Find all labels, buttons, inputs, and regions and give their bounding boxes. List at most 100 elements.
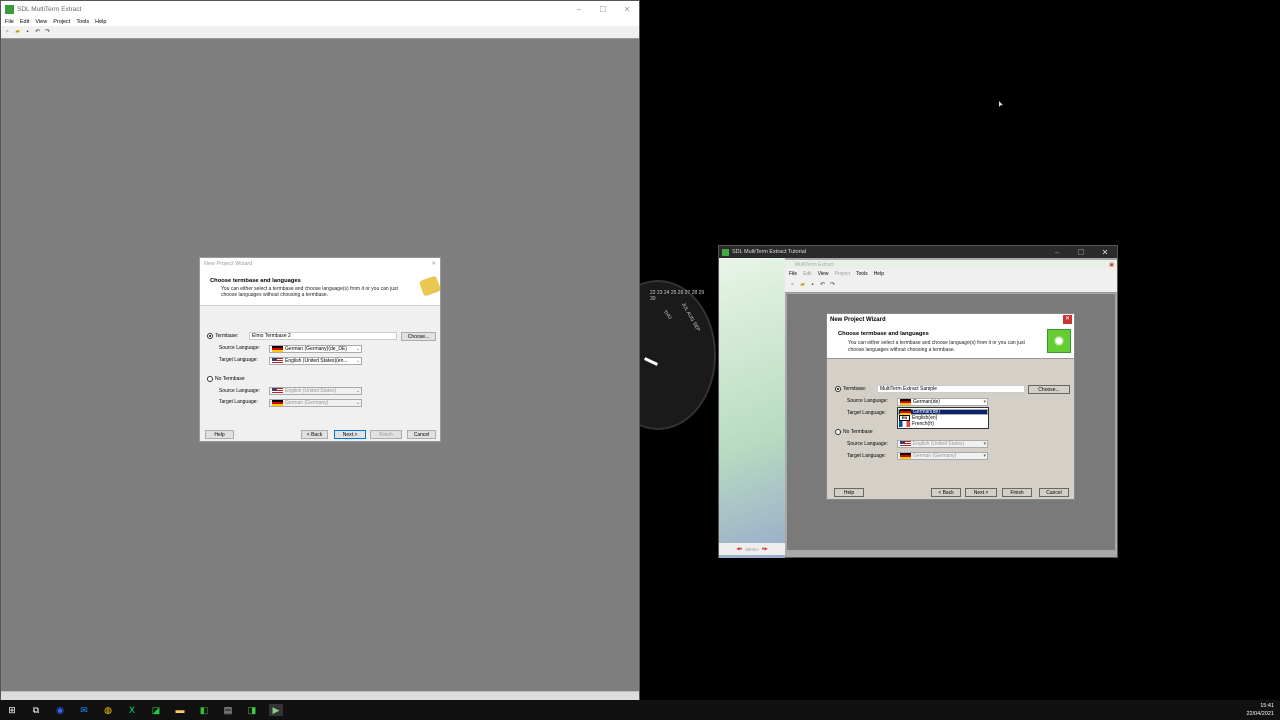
open-folder-icon[interactable]: ▰ (799, 282, 806, 289)
menu-file[interactable]: File (789, 271, 797, 277)
system-clock[interactable]: 15:41 22/04/2021 (1246, 702, 1274, 718)
dialog-heading: Choose termbase and languages (838, 331, 929, 337)
save-icon[interactable]: ▪ (24, 29, 31, 36)
close-icon[interactable]: ✕ (431, 261, 436, 267)
toolbar: ▫ ▰ ▪ ↶ ↷ (1, 26, 639, 39)
no-termbase-radio[interactable] (835, 429, 841, 435)
clock-month-ring: JUL AUG SEP (679, 301, 702, 333)
close-icon[interactable]: ✕ (1063, 315, 1072, 324)
chrome-icon[interactable]: ◍ (101, 704, 115, 716)
chevron-down-icon: ⌄ (355, 400, 360, 406)
previous-icon[interactable]: ◀● (736, 546, 742, 552)
sdl-app-icon[interactable]: ◧ (197, 704, 211, 716)
choose-button[interactable]: Choose... (1028, 385, 1070, 394)
target-language-label-2: Target Language: (847, 453, 886, 459)
gear-icon: ✹ (1047, 329, 1071, 353)
target-language-select-disabled: German (Germany) ⌄ (269, 399, 362, 407)
termbase-radio[interactable] (207, 333, 213, 339)
source-language-label-2: Source Language: (219, 388, 260, 394)
maximize-icon[interactable]: ☐ (1069, 248, 1093, 257)
new-icon[interactable]: ▫ (789, 282, 796, 289)
menu-tools[interactable]: Tools (856, 271, 868, 277)
next-button[interactable]: Next > (334, 430, 366, 439)
tutorial-title-bar[interactable]: SDL MultiTerm Extract Tutorial – ☐ ✕ (719, 246, 1117, 258)
termbase-label: Termbase: (215, 333, 239, 339)
minimize-icon[interactable]: – (567, 5, 591, 14)
germany-flag-icon (900, 453, 911, 459)
excel-icon[interactable]: X (125, 704, 139, 716)
embedded-menu-bar: File Edit View Project Tools Help (785, 269, 1117, 279)
windows-start-icon[interactable]: ⊞ (5, 704, 19, 716)
target-language-value-2: German (Germany) (913, 453, 957, 459)
dialog-subtext-1: You can either select a termbase and cho… (848, 340, 1025, 346)
us-flag-icon (272, 358, 283, 364)
maximize-icon[interactable]: ☐ (591, 5, 615, 14)
no-termbase-radio[interactable] (207, 376, 213, 382)
multiterm-taskbar-icon[interactable]: ▶ (269, 704, 283, 716)
clock-time: 15:41 (1260, 703, 1274, 709)
us-flag-icon (900, 441, 911, 447)
target-language-value-2: German (Germany) (285, 400, 329, 406)
cancel-button[interactable]: Cancel (1039, 488, 1069, 497)
back-button[interactable]: < Back (301, 430, 328, 439)
help-button[interactable]: Help (205, 430, 234, 439)
edge-icon[interactable]: ◉ (53, 704, 67, 716)
cancel-button[interactable]: Cancel (407, 430, 436, 439)
termbase-field[interactable]: Elmo Termbase 2 (249, 332, 397, 340)
choose-button[interactable]: Choose... (401, 332, 436, 341)
termbase-field[interactable]: MultiTerm Extract Sample (877, 385, 1025, 393)
undo-icon[interactable]: ↶ (819, 282, 826, 289)
source-language-select[interactable]: German(de) ▾ (897, 398, 988, 406)
menu-edit[interactable]: Edit (20, 19, 29, 25)
source-language-select[interactable]: German (Germany)(de_DE) ⌄ (269, 345, 362, 353)
tutorial-wizard-dialog: New Project Wizard ✕ Choose termbase and… (826, 313, 1075, 500)
target-language-select[interactable]: English (United States)(en... ⌄ (269, 357, 362, 365)
menu-project[interactable]: Project (834, 271, 850, 277)
save-icon[interactable]: ▪ (809, 282, 816, 289)
termbase-radio[interactable] (835, 386, 841, 392)
file-explorer-icon[interactable]: ▬ (173, 704, 187, 716)
redo-icon[interactable]: ↷ (829, 282, 836, 289)
new-icon[interactable]: ▫ (4, 29, 11, 36)
menu-help[interactable]: Help (95, 19, 106, 25)
app-green-icon[interactable]: ◪ (149, 704, 163, 716)
close-icon[interactable]: ✕ (1093, 248, 1117, 257)
next-button[interactable]: Next > (965, 488, 997, 497)
tutorial-sidebar (719, 258, 785, 558)
menu-view[interactable]: View (35, 19, 47, 25)
close-icon[interactable]: ✕ (615, 5, 639, 14)
printer-icon[interactable]: ▤ (221, 704, 235, 716)
help-button[interactable]: Help (834, 488, 864, 497)
window-title: SDL MultiTerm Extract (17, 5, 82, 13)
no-termbase-label: No Termbase (843, 429, 873, 435)
undo-icon[interactable]: ↶ (34, 29, 41, 36)
dialog-title-bar[interactable]: New Project Wizard ✕ (200, 258, 440, 270)
next-icon[interactable]: ●▶ (762, 546, 768, 552)
dialog-title-bar[interactable]: New Project Wizard (827, 314, 1074, 325)
horizontal-scrollbar[interactable] (1, 691, 639, 700)
menu-project[interactable]: Project (53, 19, 70, 25)
open-folder-icon[interactable]: ▰ (14, 29, 21, 36)
finish-button[interactable]: Finish (1002, 488, 1032, 497)
minimize-icon[interactable]: – (1045, 248, 1069, 257)
redo-icon[interactable]: ↷ (44, 29, 51, 36)
notes-icon[interactable]: ◨ (245, 704, 259, 716)
close-icon[interactable]: ▣ (1109, 262, 1117, 268)
task-view-icon[interactable]: ⧉ (29, 704, 43, 716)
menu-view[interactable]: View (818, 271, 829, 277)
source-language-label: Source Language: (219, 345, 260, 351)
dropdown-option-french[interactable]: French(fr) (898, 421, 988, 427)
source-language-value: German(de) (913, 399, 940, 405)
language-dropdown-list[interactable]: German(de) EN English(en) French(fr) (897, 407, 989, 429)
title-bar[interactable]: SDL MultiTerm Extract – ☐ ✕ (1, 1, 639, 17)
menu-file[interactable]: File (5, 19, 14, 25)
menu-edit[interactable]: Edit (803, 271, 812, 277)
menu-button[interactable]: MENU (745, 547, 758, 552)
tutorial-nav-bar: ◀● MENU ●▶ (719, 543, 785, 555)
outlook-icon[interactable]: ✉ (77, 704, 91, 716)
back-button[interactable]: < Back (931, 488, 961, 497)
menu-help[interactable]: Help (874, 271, 884, 277)
taskbar: ⊞ ⧉ ◉ ✉ ◍ X ◪ ▬ ◧ ▤ ◨ ▶ 15:41 22/04/2021 (0, 700, 1280, 720)
menu-tools[interactable]: Tools (76, 19, 89, 25)
target-language-label-2: Target Language: (219, 399, 258, 405)
